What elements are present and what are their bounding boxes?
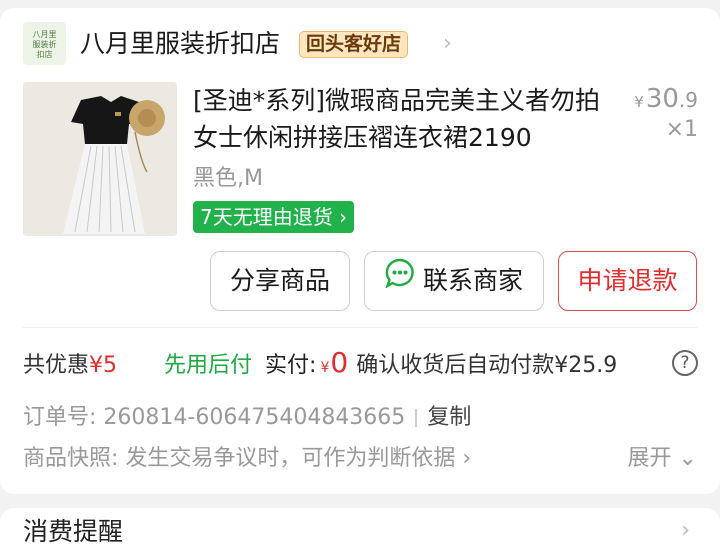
snapshot-label: 商品快照: [23, 446, 119, 471]
price-integer: 30 [645, 84, 679, 114]
discount-value: ¥5 [89, 353, 118, 378]
product-quantity: ×1 [665, 117, 698, 142]
store-badge: 回头客好店 [299, 31, 409, 58]
product-title[interactable]: [圣迪*系列]微瑕商品完美主义者勿拍女士休闲拼接压褶连衣裙2190 [193, 82, 613, 156]
chevron-down-icon: ⌄ [671, 446, 697, 471]
store-name[interactable]: 八月里服装折扣店 [80, 26, 280, 62]
chat-icon [385, 251, 415, 309]
help-icon[interactable]: ? [672, 350, 698, 376]
separator [415, 409, 418, 427]
product-spec: 黑色,M [193, 166, 263, 191]
product-image[interactable] [23, 82, 177, 236]
order-number-row: 订单号: 260814-606475404843665 复制 [23, 400, 471, 436]
price-currency: ¥ [634, 93, 644, 111]
reminder-chevron-right-icon[interactable]: › [681, 518, 690, 543]
discount-label: 共优惠 [23, 353, 90, 378]
store-chevron-right-icon[interactable]: › [443, 31, 452, 56]
chevron-right-icon: › [455, 446, 472, 471]
auto-pay-note: 确认收货后自动付款¥25.9 [356, 353, 618, 378]
copy-button[interactable]: 复制 [427, 405, 471, 430]
paid-currency: ¥ [320, 360, 330, 376]
chevron-right-icon: › [332, 205, 348, 229]
divider [23, 327, 697, 328]
contact-seller-button[interactable]: 联系商家 [364, 251, 544, 311]
return-policy-label: 7天无理由退货 [200, 205, 333, 229]
product-price: ¥30.9 [628, 84, 698, 114]
consumer-reminder-title[interactable]: 消费提醒 [23, 512, 123, 547]
expand-button[interactable]: 展开 ⌄ [628, 441, 697, 477]
paid-value: 0 [330, 346, 349, 379]
store-logo[interactable]: 八月里 服装折 扣店 [23, 22, 66, 65]
pay-later-label: 先用后付 [164, 353, 253, 378]
logo-line-1: 八月里 [32, 30, 57, 39]
expand-label: 展开 [627, 446, 672, 471]
price-decimal: .9 [678, 88, 698, 112]
order-number: 260814-606475404843665 [103, 405, 406, 430]
request-refund-button[interactable]: 申请退款 [558, 251, 697, 311]
snapshot-text: 发生交易争议时，可作为判断依据 [125, 446, 456, 471]
logo-line-2: 服装折 [32, 40, 57, 49]
return-policy-tag[interactable]: 7天无理由退货 › [193, 201, 355, 233]
dress-image [23, 82, 177, 236]
share-product-button[interactable]: 分享商品 [210, 251, 350, 311]
payment-summary: 共优惠¥5 先用后付 实付: ¥0 确认收货后自动付款¥25.9 ? [23, 344, 698, 382]
snapshot-row[interactable]: 商品快照: 发生交易争议时，可作为判断依据 › [23, 441, 471, 477]
logo-line-3: 扣店 [36, 50, 53, 59]
paid-label: 实付: [265, 353, 317, 378]
contact-seller-label: 联系商家 [422, 266, 523, 295]
order-number-label: 订单号: [23, 405, 97, 430]
